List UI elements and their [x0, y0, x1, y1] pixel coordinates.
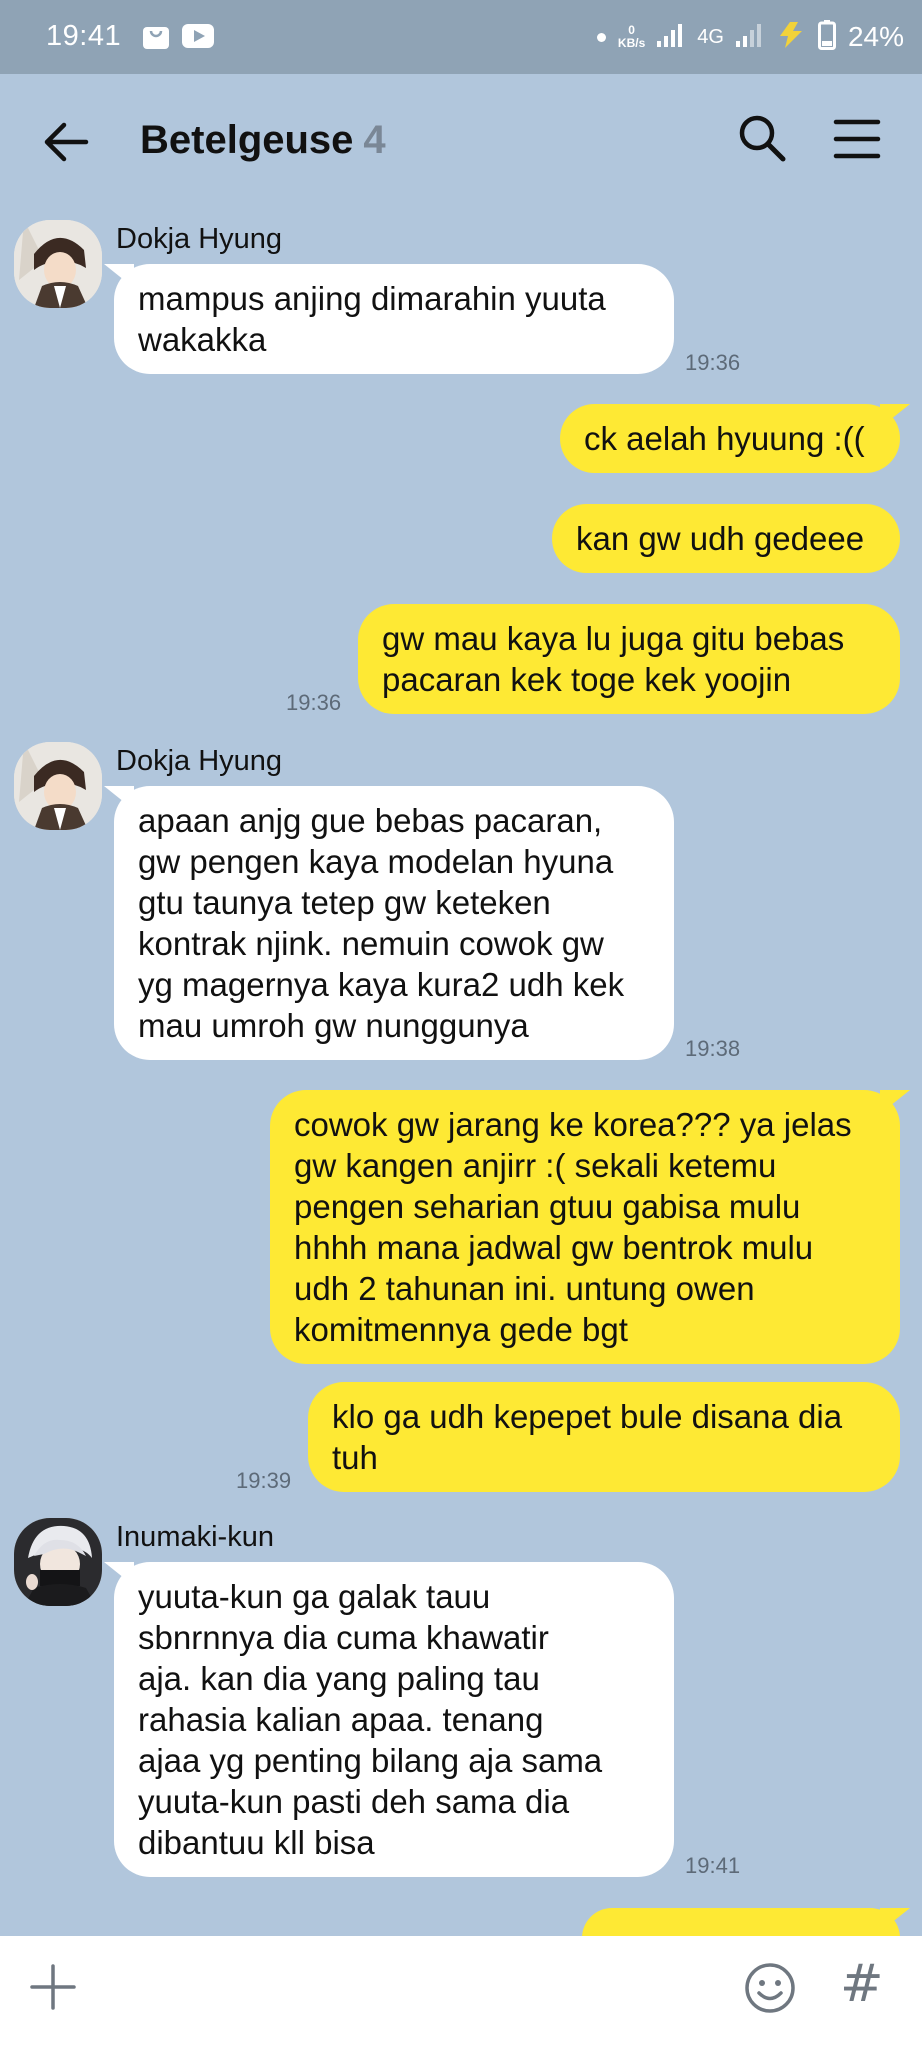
arrow-left-icon [44, 122, 89, 162]
sender-name: Dokja Hyung [116, 745, 283, 777]
network-type: 4G [697, 25, 724, 48]
message-line: gw kangen anjirr :( sekali ketemu [294, 1147, 777, 1184]
message-line: pengen seharian gtuu gabisa mulu [294, 1188, 801, 1225]
message-time: 19:36 [685, 350, 741, 375]
sender-name: Inumaki-kun [116, 1521, 274, 1553]
avatar-inumaki-kun[interactable] [14, 1518, 102, 1606]
message-line: komitmennya gede bgt [294, 1311, 628, 1348]
message-line: yuuta-kun ga galak tauu [138, 1578, 491, 1615]
message-line: sbnrnnya dia cuma khawatir [138, 1619, 549, 1656]
status-right: 0 KB/s 4G 24% [596, 16, 904, 58]
sender-name: Dokja Hyung [116, 223, 283, 255]
message-line: rahasia kalian apaa. tenang [138, 1701, 544, 1738]
add-attachment-button[interactable] [28, 1962, 78, 2012]
message-bubble-outgoing[interactable]: cowok gw jarang ke korea??? ya jelas gw … [270, 1090, 900, 1364]
message-line: aja. kan dia yang paling tau [138, 1660, 540, 1697]
message-time: 19:38 [685, 1036, 741, 1061]
message-line: apaan anjg gue bebas pacaran, [138, 802, 603, 839]
menu-button[interactable] [832, 114, 882, 164]
message-line: ajaa yg penting bilang aja sama [138, 1742, 603, 1779]
message-line: mau umroh gw nunggunya [138, 1007, 529, 1044]
status-time: 19:41 [46, 20, 122, 52]
message-bubble-incoming[interactable]: apaan anjg gue bebas pacaran, gw pengen … [114, 786, 674, 1060]
message-line: dibantuu kll bisa [138, 1824, 375, 1861]
signal-icon [657, 23, 685, 52]
message-bubble-outgoing[interactable]: klo ga udh kepepet bule disana dia tuh [308, 1382, 900, 1492]
battery-level: 24% [847, 21, 904, 52]
message-line: kan gw udh gedeee [576, 520, 865, 557]
chat-name: Betelgeuse [140, 118, 354, 162]
message-line: wakakka [138, 321, 267, 358]
signal-icon-2 [735, 23, 764, 52]
message-line: mampus anjing dimarahin yuuta [138, 280, 606, 317]
emoji-button[interactable] [742, 1960, 798, 2016]
input-bar: # [0, 1936, 922, 2048]
hashtag-button[interactable]: # [840, 1954, 884, 2014]
message-line: cowok gw jarang ke korea??? ya jelas [294, 1106, 852, 1143]
message-line: udh 2 tahunan ini. untung owen [294, 1270, 755, 1307]
search-icon [739, 115, 786, 162]
message-line: gw pengen kaya modelan hyuna [138, 843, 614, 880]
status-bar: 19:41 0 KB/s 4G 24% [0, 0, 922, 74]
chat-header: Betelgeuse 4 [0, 74, 922, 210]
message-line: yuuta-kun pasti deh sama dia [138, 1783, 570, 1820]
net-speed-unit: KB/s [617, 36, 646, 50]
dot-icon [596, 32, 606, 42]
charging-bolt-icon [776, 21, 806, 53]
message-bubble-incoming[interactable]: mampus anjing dimarahin yuuta wakakka [114, 264, 674, 374]
message-bubble-outgoing[interactable]: ck aelah hyuung :(( [560, 404, 900, 473]
message-time: 19:36 [286, 690, 342, 715]
avatar-dokja-hyung[interactable] [14, 220, 102, 308]
message-line: gw mau kaya lu juga gitu bebas [382, 620, 845, 657]
message-bubble-outgoing[interactable]: kan gw udh gedeee [552, 504, 900, 573]
message-bubble-outgoing[interactable]: gw mau kaya lu juga gitu bebas pacaran k… [358, 604, 900, 714]
battery-icon [817, 19, 836, 55]
youtube-icon [182, 24, 214, 53]
message-line: yg magernya kaya kura2 udh kek [138, 966, 625, 1003]
message-time: 19:39 [236, 1468, 292, 1493]
shopping-bag-icon [142, 22, 170, 55]
plus-icon [30, 1964, 76, 2010]
message-line: klo ga udh kepepet bule disana dia [332, 1398, 843, 1435]
search-button[interactable] [736, 112, 788, 164]
smiley-icon [745, 1963, 795, 2013]
message-line: kontrak njink. nemuin cowok gw [138, 925, 604, 962]
back-button[interactable] [40, 116, 92, 168]
message-line: gtu taunya tetep gw keteken [138, 884, 551, 921]
member-count: 4 [363, 118, 386, 162]
message-line: pacaran kek toge kek yoojin [382, 661, 792, 698]
message-time: 19:41 [685, 1853, 741, 1878]
net-speed: 0 KB/s [618, 24, 645, 50]
chat-title: Betelgeuse 4 [140, 118, 386, 163]
message-line: ck aelah hyuung :(( [584, 420, 865, 457]
avatar-dokja-hyung[interactable] [14, 742, 102, 830]
message-line: hhhh mana jadwal gw bentrok mulu [294, 1229, 814, 1266]
hamburger-menu-icon [833, 119, 881, 159]
message-bubble-incoming[interactable]: yuuta-kun ga galak tauu sbnrnnya dia cum… [114, 1562, 674, 1877]
message-line: tuh [332, 1439, 378, 1476]
